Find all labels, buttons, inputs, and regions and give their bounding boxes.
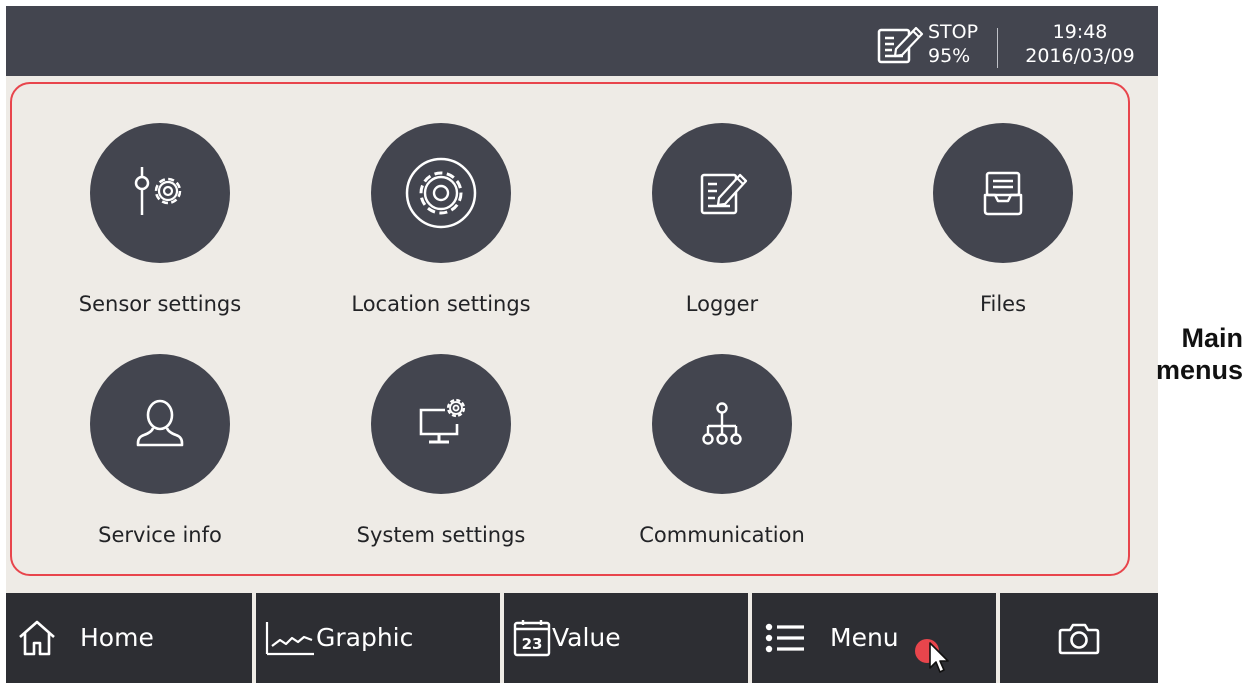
device-screen: STOP 95% 19:48 2016/03/09 Sensor setting… [6, 6, 1158, 683]
logger-icon [700, 173, 748, 215]
bottom-nav-bar: Home Graphic 23 Value Menu [6, 593, 1158, 683]
annotation-line-2: menus [1155, 355, 1243, 385]
logger-icon [877, 26, 924, 64]
menu-tile-label: Files [979, 292, 1027, 316]
camera-icon [1058, 623, 1100, 655]
gear-icon [405, 157, 477, 229]
line-chart-icon [265, 622, 314, 656]
menu-tile-location-settings[interactable]: Location settings [321, 123, 561, 343]
battery-level: 95% [928, 45, 971, 67]
graphic-button[interactable]: Graphic [256, 593, 500, 683]
menu-tile-sensor-settings[interactable]: Sensor settings [40, 123, 280, 343]
menu-tile-circle[interactable] [90, 123, 230, 263]
logger-state: STOP [928, 21, 979, 43]
clock-date: 2016/03/09 [1025, 45, 1135, 67]
menu-tile-label: Service info [98, 523, 222, 547]
inbox-tray-icon [983, 171, 1023, 216]
menu-tile-logger[interactable]: Logger [602, 123, 842, 343]
menu-tile-files[interactable]: Files [883, 123, 1123, 343]
menu-tile-label: System settings [356, 523, 526, 547]
menu-tile-label: Location settings [351, 292, 531, 316]
menu-tile-system-settings[interactable]: System settings [321, 354, 561, 574]
annotation-line-1: Main [1181, 323, 1243, 353]
sensor-settings-icon [134, 167, 182, 215]
menu-tile-label: Sensor settings [78, 292, 242, 316]
menu-tile-circle[interactable] [90, 354, 230, 494]
value-icon: 23 [513, 620, 551, 657]
value-button[interactable]: 23 Value [504, 593, 748, 683]
value-icon-text: 23 [522, 635, 543, 653]
home-button[interactable]: Home [6, 593, 252, 683]
menu-tile-label: Communication [639, 523, 805, 547]
home-label: Home [80, 623, 154, 652]
user-icon [136, 399, 184, 447]
menu-tile-circle[interactable] [652, 354, 792, 494]
status-bar: STOP 95% 19:48 2016/03/09 [6, 6, 1158, 76]
menu-tile-circle[interactable] [933, 123, 1073, 263]
monitor-gear-icon [419, 398, 466, 444]
clock-time: 19:48 [1052, 21, 1108, 43]
status-divider [997, 28, 998, 68]
menu-tile-circle[interactable] [371, 123, 511, 263]
list-menu-icon [765, 623, 804, 653]
menu-tile-circle[interactable] [652, 123, 792, 263]
menu-label: Menu [830, 623, 899, 652]
menu-tile-service-info[interactable]: Service info [40, 354, 280, 574]
network-tree-icon [702, 402, 742, 445]
main-menus-annotation: Main menus [1130, 322, 1243, 386]
value-label: Value [552, 623, 621, 652]
menu-tile-label: Logger [685, 292, 759, 316]
camera-button[interactable] [1000, 593, 1158, 683]
home-icon [19, 620, 55, 656]
menu-tile-circle[interactable] [371, 354, 511, 494]
mouse-cursor-icon [915, 639, 949, 673]
menu-tile-communication[interactable]: Communication [602, 354, 842, 574]
graphic-label: Graphic [316, 623, 414, 652]
